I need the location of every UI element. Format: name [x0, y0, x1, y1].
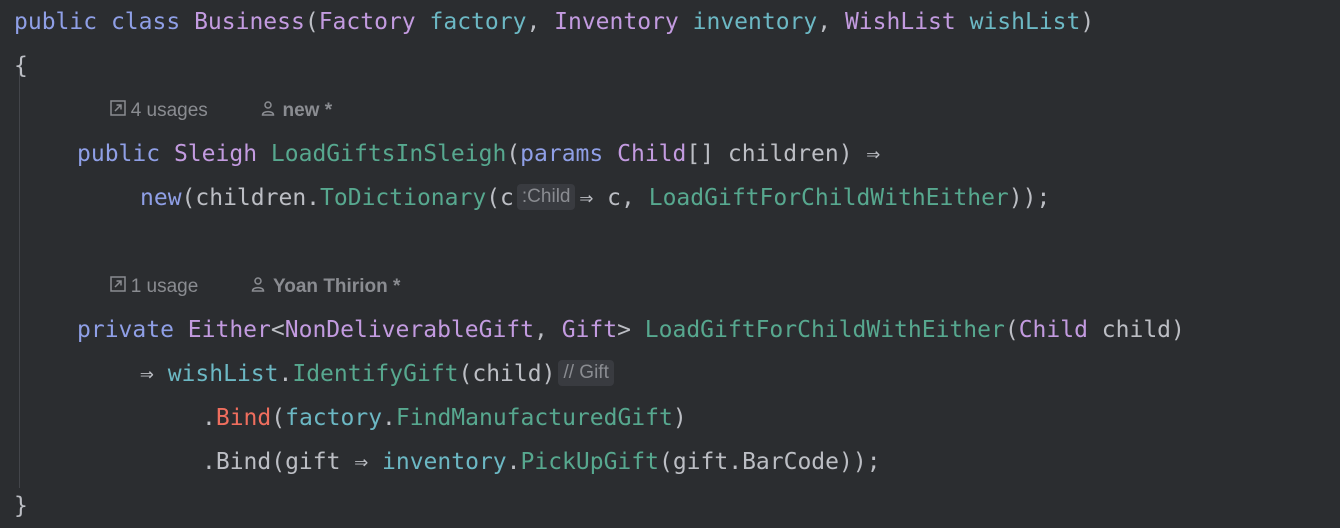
punctuation: (	[1004, 317, 1019, 343]
keyword: private	[77, 317, 174, 343]
code-line-method-body[interactable]: ⇒ wishList.IdentifyGift(child)// Gift	[140, 352, 618, 396]
type-name: WishList	[844, 9, 956, 35]
author-link[interactable]: Yoan Thirion *	[273, 272, 400, 302]
code-lens-2: 1 usage Yoan Thirion *	[78, 272, 400, 302]
method-call: IdentifyGift	[292, 361, 459, 387]
code-line-method-body[interactable]: new(children.ToDictionary(c:Child ⇒ c, Lo…	[140, 176, 1050, 220]
parameter-name: wishList	[969, 9, 1081, 35]
indent-guide	[19, 68, 20, 488]
method-call: PickUpGift	[520, 449, 659, 475]
inlay-type-hint: // Gift	[558, 359, 614, 386]
code-text: (c	[486, 185, 514, 211]
type-name: Either	[187, 317, 271, 343]
parameter-name: inventory	[692, 9, 818, 35]
code-line-bind-call[interactable]: .Bind(gift ⇒ inventory.PickUpGift(gift.B…	[202, 440, 881, 484]
punctuation: .	[202, 405, 216, 431]
code-lens-1: 4 usages new *	[78, 96, 332, 126]
code-text: .Bind(gift ⇒	[202, 449, 383, 475]
code-text: [] children) ⇒	[686, 141, 881, 167]
author-link[interactable]: new *	[283, 96, 333, 126]
punctuation: )	[1080, 9, 1095, 35]
punctuation: ,	[534, 317, 562, 343]
brace: {	[14, 53, 28, 79]
punctuation: .	[382, 405, 396, 431]
punctuation: )	[672, 405, 687, 431]
method-name: LoadGiftForChildWithEither	[644, 317, 1005, 343]
code-line-bind-call[interactable]: .Bind(factory.FindManufacturedGift)	[202, 396, 687, 440]
punctuation: ,	[526, 9, 555, 35]
keyword: public	[14, 9, 98, 35]
code-text: (gift.BarCode));	[658, 449, 881, 475]
type-name: Inventory	[554, 9, 679, 35]
punctuation: .	[278, 361, 293, 387]
method-reference: LoadGiftForChildWithEither	[648, 185, 1009, 211]
punctuation: (	[506, 141, 521, 167]
method-call: ToDictionary	[320, 185, 487, 211]
class-name: Business	[194, 9, 305, 35]
field-reference: wishList	[167, 361, 279, 387]
code-line-method-signature[interactable]: private Either<NonDeliverableGift, Gift>…	[77, 308, 1185, 352]
code-line-open-brace[interactable]: {	[14, 44, 28, 88]
keyword: params	[520, 141, 604, 167]
keyword: public	[77, 141, 161, 167]
keyword: class	[110, 9, 181, 35]
code-text: (child)	[458, 361, 556, 387]
code-line-close-brace[interactable]: }	[14, 484, 28, 528]
keyword: new	[140, 185, 182, 211]
punctuation: .	[506, 449, 521, 475]
code-text: child)	[1087, 317, 1185, 343]
punctuation: (	[304, 9, 319, 35]
extension-method-call: Bind	[215, 405, 272, 431]
parameter-name: factory	[429, 9, 527, 35]
code-text: ⇒ c,	[579, 185, 649, 211]
type-name: Factory	[318, 9, 416, 35]
usages-link[interactable]: 1 usage	[131, 272, 199, 302]
type-name: Child	[1018, 317, 1088, 343]
type-name: Sleigh	[173, 141, 258, 167]
inlay-type-hint: :Child	[516, 183, 576, 210]
punctuation: ,	[817, 9, 845, 35]
punctuation: ));	[1008, 185, 1051, 211]
field-reference: factory	[285, 405, 383, 431]
punctuation: (	[271, 405, 286, 431]
code-editor[interactable]: public class Business(Factory factory, I…	[0, 0, 1340, 528]
type-name: Gift	[561, 317, 618, 343]
code-text: (children.	[181, 185, 321, 211]
punctuation: <	[270, 317, 285, 343]
punctuation: >	[617, 317, 645, 343]
method-name: LoadGiftsInSleigh	[270, 141, 507, 167]
type-name: NonDeliverableGift	[284, 317, 534, 343]
arrow: ⇒	[140, 361, 168, 387]
usages-link[interactable]: 4 usages	[131, 96, 208, 126]
brace: }	[14, 493, 28, 519]
type-name: Child	[617, 141, 687, 167]
method-reference: FindManufacturedGift	[395, 405, 673, 431]
code-line-method-signature[interactable]: public Sleigh LoadGiftsInSleigh(params C…	[77, 132, 880, 176]
field-reference: inventory	[382, 449, 507, 475]
code-line-class-declaration[interactable]: public class Business(Factory factory, I…	[14, 0, 1094, 44]
